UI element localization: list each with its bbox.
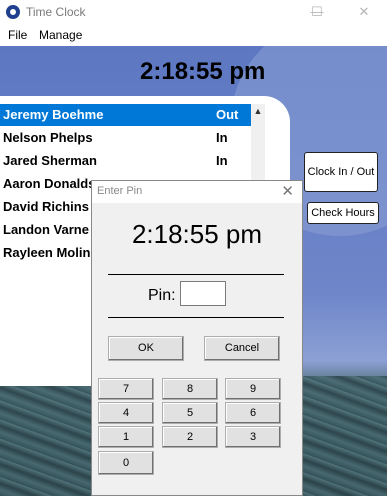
employee-status: In [216, 153, 228, 168]
keypad-8-button[interactable]: 8 [162, 378, 218, 400]
ok-button[interactable]: OK [108, 336, 184, 361]
dialog-time: 2:18:55 pm [131, 219, 263, 249]
check-hours-button[interactable]: Check Hours [307, 202, 379, 224]
keypad-2-button[interactable]: 2 [162, 426, 218, 448]
cancel-button[interactable]: Cancel [204, 336, 280, 361]
menu-manage[interactable]: Manage [39, 28, 82, 42]
divider [108, 317, 284, 318]
dialog-title: Enter Pin [97, 185, 143, 197]
employee-name: Aaron Donalds [3, 176, 96, 191]
employee-row[interactable]: Jared Sherman In [0, 150, 265, 172]
divider [108, 274, 284, 275]
menu-file[interactable]: File [8, 28, 27, 42]
pin-input[interactable] [180, 281, 226, 306]
employee-name: Landon Varne [3, 222, 89, 237]
main-titlebar: Time Clock — ☐ ✕ [0, 0, 387, 25]
keypad-5-button[interactable]: 5 [162, 402, 218, 424]
window-title: Time Clock [26, 5, 86, 19]
menubar: File Manage [0, 25, 387, 46]
pin-label: Pin: [148, 287, 176, 304]
employee-name: Nelson Phelps [3, 130, 93, 145]
keypad-7-button[interactable]: 7 [98, 378, 154, 400]
maximize-button[interactable]: ☐ [303, 2, 331, 22]
employee-name: Jeremy Boehme [3, 107, 104, 122]
dialog-titlebar: Enter Pin ✕ [92, 181, 302, 203]
main-clock-time: 2:18:55 pm [140, 58, 266, 85]
employee-row[interactable]: Nelson Phelps In [0, 127, 265, 149]
keypad-3-button[interactable]: 3 [225, 426, 281, 448]
employee-name: Rayleen Molin [3, 245, 91, 260]
clock-in-out-button[interactable]: Clock In / Out [304, 152, 378, 192]
dialog-close-icon[interactable]: ✕ [281, 182, 294, 200]
app-icon [6, 5, 20, 19]
keypad-6-button[interactable]: 6 [225, 402, 281, 424]
close-button[interactable]: ✕ [350, 2, 378, 22]
employee-status: In [216, 130, 228, 145]
employee-status: Out [216, 107, 239, 122]
keypad-1-button[interactable]: 1 [98, 426, 154, 448]
scroll-up-icon[interactable]: ▲ [251, 104, 265, 118]
employee-name: David Richins [3, 199, 89, 214]
keypad-4-button[interactable]: 4 [98, 402, 154, 424]
enter-pin-dialog: Enter Pin ✕ 2:18:55 pm Pin: OK Cancel 7 … [91, 180, 303, 496]
employee-row[interactable]: Jeremy Boehme Out [0, 104, 265, 126]
keypad-0-button[interactable]: 0 [98, 451, 154, 475]
employee-name: Jared Sherman [3, 153, 97, 168]
keypad-9-button[interactable]: 9 [225, 378, 281, 400]
